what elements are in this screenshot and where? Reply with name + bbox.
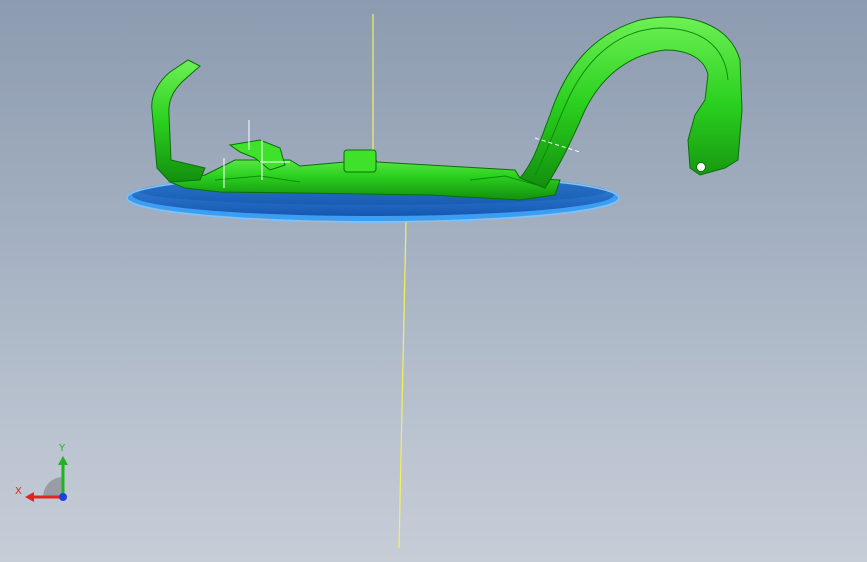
- axis-line-lower: [398, 221, 407, 549]
- graphics-viewport[interactable]: X Y: [0, 0, 867, 562]
- bracket-part[interactable]: [151, 16, 743, 201]
- triad-y-label: Y: [59, 443, 66, 454]
- triad-x-label: X: [15, 486, 22, 497]
- model-scene[interactable]: [0, 0, 867, 562]
- coordinate-triad-icon: X Y: [10, 440, 80, 510]
- triad-graphic: [25, 456, 68, 502]
